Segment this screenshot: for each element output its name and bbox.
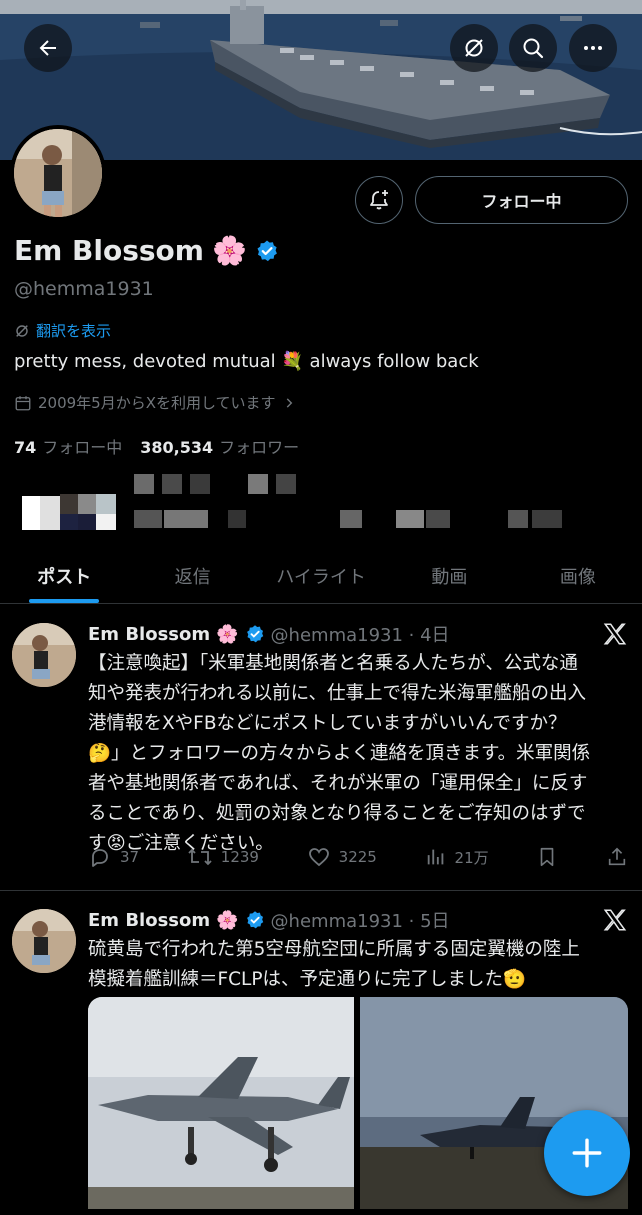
back-button[interactable] — [24, 24, 72, 72]
post-actions: 37 1239 3225 21万 — [88, 845, 628, 869]
post-text: 【注意喚起】「米軍基地関係者と名乗る人たちが、公式な通 知や発表が行われる以前に… — [88, 653, 591, 854]
profile-avatar[interactable] — [10, 125, 106, 221]
bookmark-button[interactable] — [536, 846, 558, 868]
bell-plus-icon — [370, 190, 388, 210]
reply-icon — [92, 849, 108, 867]
views-icon — [427, 849, 443, 865]
post-author-name[interactable]: Em Blossom — [88, 910, 210, 931]
post-media — [88, 997, 628, 1209]
search-button[interactable] — [509, 24, 557, 72]
profile-tabs: ポスト 返信 ハイライト 動画 画像 — [0, 548, 642, 604]
avatar-photo — [12, 623, 76, 687]
more-button[interactable] — [569, 24, 617, 72]
grok-icon — [465, 39, 483, 57]
post-avatar[interactable] — [12, 623, 76, 687]
compose-post-button[interactable] — [544, 1110, 630, 1196]
grok-translate-icon — [16, 324, 28, 337]
x-logo-icon[interactable] — [602, 907, 628, 933]
calendar-icon — [15, 395, 31, 410]
profile-bio: pretty mess, devoted mutual 💐 always fol… — [14, 351, 479, 372]
views-count: 21万 — [454, 848, 489, 867]
translate-link[interactable]: 翻訳を表示 — [14, 320, 111, 341]
grok-button[interactable] — [450, 24, 498, 72]
jet-takeoff-photo — [88, 997, 354, 1209]
active-tab-indicator — [29, 599, 100, 603]
blurred-mutuals — [22, 474, 562, 530]
flower-emoji: 🌸 — [211, 234, 247, 267]
aircraft-carrier-image — [0, 0, 642, 160]
arrow-left-icon — [39, 40, 56, 56]
share-icon — [608, 847, 626, 866]
following-stat[interactable]: 74 フォロー中 — [14, 434, 122, 458]
following-stat-label: フォロー中 — [42, 438, 123, 457]
like-count: 3225 — [338, 848, 377, 866]
search-icon — [523, 38, 544, 59]
repost-icon — [188, 848, 212, 866]
share-button[interactable] — [606, 846, 628, 868]
repost-count: 1239 — [220, 848, 259, 866]
post-item[interactable]: Em Blossom 🌸 @hemma1931 · 4日 【注意喚起】「米軍基地… — [0, 605, 642, 890]
profile-handle: @hemma1931 — [14, 278, 154, 300]
flower-emoji: 🌸 — [216, 909, 239, 931]
plus-icon — [572, 1138, 602, 1168]
heart-icon — [308, 848, 329, 867]
post-avatar[interactable] — [12, 909, 76, 973]
verified-badge-icon — [246, 911, 263, 929]
repost-button[interactable]: 1239 — [187, 845, 259, 869]
notification-button[interactable] — [355, 176, 403, 224]
tab-highlights[interactable]: ハイライト — [257, 548, 385, 603]
flower-emoji: 🌸 — [216, 623, 239, 645]
joined-date[interactable]: 2009年5月からXを利用しています — [14, 392, 296, 413]
avatar-photo — [12, 909, 76, 973]
tab-replies[interactable]: 返信 — [128, 548, 256, 603]
tab-images-label: 画像 — [559, 566, 596, 588]
verified-badge-icon[interactable] — [255, 239, 279, 263]
followed-by-preview[interactable] — [22, 470, 582, 532]
tab-posts[interactable]: ポスト — [0, 548, 128, 603]
media-image-1[interactable] — [88, 997, 354, 1209]
reply-count: 37 — [120, 848, 140, 866]
views-button[interactable]: 21万 — [425, 846, 489, 868]
post-handle-time: @hemma1931 · 4日 — [270, 625, 450, 646]
tab-highlights-label: ハイライト — [276, 566, 366, 588]
post-handle-time: @hemma1931 · 5日 — [270, 911, 450, 932]
translate-label[interactable]: 翻訳を表示 — [36, 320, 111, 341]
x-logo-icon[interactable] — [602, 621, 628, 647]
post-header: Em Blossom 🌸 @hemma1931 · 5日 — [88, 907, 450, 933]
avatar-photo — [14, 129, 102, 217]
joined-label: 2009年5月からXを利用しています — [38, 394, 276, 412]
bookmark-icon — [540, 847, 554, 867]
tab-replies-label: 返信 — [174, 566, 211, 588]
following-button[interactable]: フォロー中 — [415, 176, 628, 224]
tab-videos-label: 動画 — [431, 566, 468, 588]
post-text: 硫黄島で行われた第5空母航空団に所属する固定翼機の陸上 模擬着艦訓練＝FCLPは… — [88, 939, 580, 990]
profile-name: Em Blossom 🌸 — [14, 234, 279, 267]
tab-images[interactable]: 画像 — [514, 548, 642, 603]
chevron-right-icon — [286, 397, 292, 408]
post-author-name[interactable]: Em Blossom — [88, 624, 210, 645]
reply-button[interactable]: 37 — [88, 845, 139, 869]
followers-count: 380,534 — [140, 438, 214, 457]
verified-badge-icon — [246, 625, 263, 643]
more-icon — [584, 46, 602, 50]
followers-stat-label: フォロワー — [219, 438, 300, 457]
tab-videos[interactable]: 動画 — [385, 548, 513, 603]
followers-stat[interactable]: 380,534 フォロワー — [140, 434, 299, 458]
like-button[interactable]: 3225 — [307, 845, 377, 869]
follow-stats: 74 フォロー中 380,534 フォロワー — [14, 434, 299, 458]
post-header: Em Blossom 🌸 @hemma1931 · 4日 — [88, 621, 450, 647]
following-count: 74 — [14, 438, 37, 457]
profile-name-text: Em Blossom — [14, 234, 204, 267]
tab-posts-label: ポスト — [37, 566, 92, 588]
profile-banner[interactable] — [0, 0, 642, 160]
